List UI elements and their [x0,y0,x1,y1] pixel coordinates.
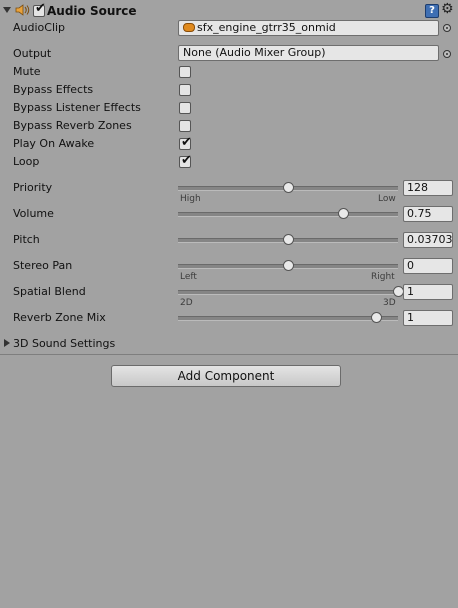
add-component-button[interactable]: Add Component [111,365,341,387]
audioclip-value: sfx_engine_gtrr35_onmid [197,21,336,34]
stereo-pan-max-label: Right [371,272,395,282]
mute-checkbox[interactable] [179,66,191,78]
checkmark-icon: ✔ [35,1,46,16]
priority-value-field[interactable]: 128 [403,180,453,196]
3d-sound-settings-foldout[interactable]: 3D Sound Settings [13,337,115,351]
output-field[interactable]: None (Audio Mixer Group) [178,45,439,61]
output-value: None (Audio Mixer Group) [183,46,326,59]
output-label: Output [13,47,52,60]
speaker-icon [15,4,30,16]
bypass-effects-label: Bypass Effects [13,83,94,96]
gear-icon[interactable]: ⚙ [441,2,455,16]
spatial-blend-label: Spatial Blend [13,285,86,298]
checkmark-icon: ✔ [181,153,192,168]
spatial-blend-max-label: 3D [383,298,396,308]
stereo-pan-slider[interactable] [178,260,398,271]
audioclip-label: AudioClip [13,21,66,34]
component-header: ✔ Audio Source ? ⚙ [0,0,458,20]
bypass-effects-checkbox[interactable] [179,84,191,96]
pitch-slider[interactable] [178,234,398,245]
reverb-zone-mix-value-field[interactable]: 1 [403,310,453,326]
loop-checkbox[interactable]: ✔ [179,153,192,168]
bypass-listener-effects-label: Bypass Listener Effects [13,101,141,114]
object-picker-icon[interactable] [443,24,451,32]
loop-label: Loop [13,155,40,168]
checkmark-icon: ✔ [181,135,192,150]
pitch-value-field[interactable]: 0.03703 [403,232,453,248]
stereo-pan-label: Stereo Pan [13,259,73,272]
volume-label: Volume [13,207,54,220]
component-enabled-checkbox[interactable]: ✔ [33,1,46,17]
spatial-blend-value-field[interactable]: 1 [403,284,453,300]
spatial-blend-slider[interactable] [178,286,404,297]
audio-clip-icon [183,23,195,32]
priority-max-label: Low [378,194,396,204]
spatial-blend-min-label: 2D [180,298,193,308]
bypass-reverb-zones-checkbox[interactable] [179,120,191,132]
bypass-reverb-zones-label: Bypass Reverb Zones [13,119,132,132]
priority-slider[interactable] [178,182,398,193]
audioclip-field[interactable]: sfx_engine_gtrr35_onmid [178,20,439,36]
priority-label: Priority [13,181,53,194]
bypass-listener-effects-checkbox[interactable] [179,102,191,114]
pitch-label: Pitch [13,233,40,246]
play-on-awake-label: Play On Awake [13,137,95,150]
slider-thumb[interactable] [283,182,294,193]
volume-value-field[interactable]: 0.75 [403,206,453,222]
divider [0,354,458,355]
volume-slider[interactable] [178,208,398,219]
slider-thumb[interactable] [338,208,349,219]
slider-thumb[interactable] [371,312,382,323]
slider-thumb[interactable] [283,260,294,271]
play-on-awake-checkbox[interactable]: ✔ [179,135,192,150]
priority-min-label: High [180,194,201,204]
foldout-arrow-icon[interactable] [4,339,10,347]
component-title: Audio Source [47,4,137,18]
slider-thumb[interactable] [283,234,294,245]
collapse-arrow-icon[interactable] [3,7,11,13]
object-picker-icon[interactable] [443,50,451,58]
reverb-zone-mix-label: Reverb Zone Mix [13,311,106,324]
stereo-pan-min-label: Left [180,272,197,282]
reverb-zone-mix-slider[interactable] [178,312,398,323]
help-icon[interactable]: ? [425,4,439,18]
stereo-pan-value-field[interactable]: 0 [403,258,453,274]
mute-label: Mute [13,65,41,78]
